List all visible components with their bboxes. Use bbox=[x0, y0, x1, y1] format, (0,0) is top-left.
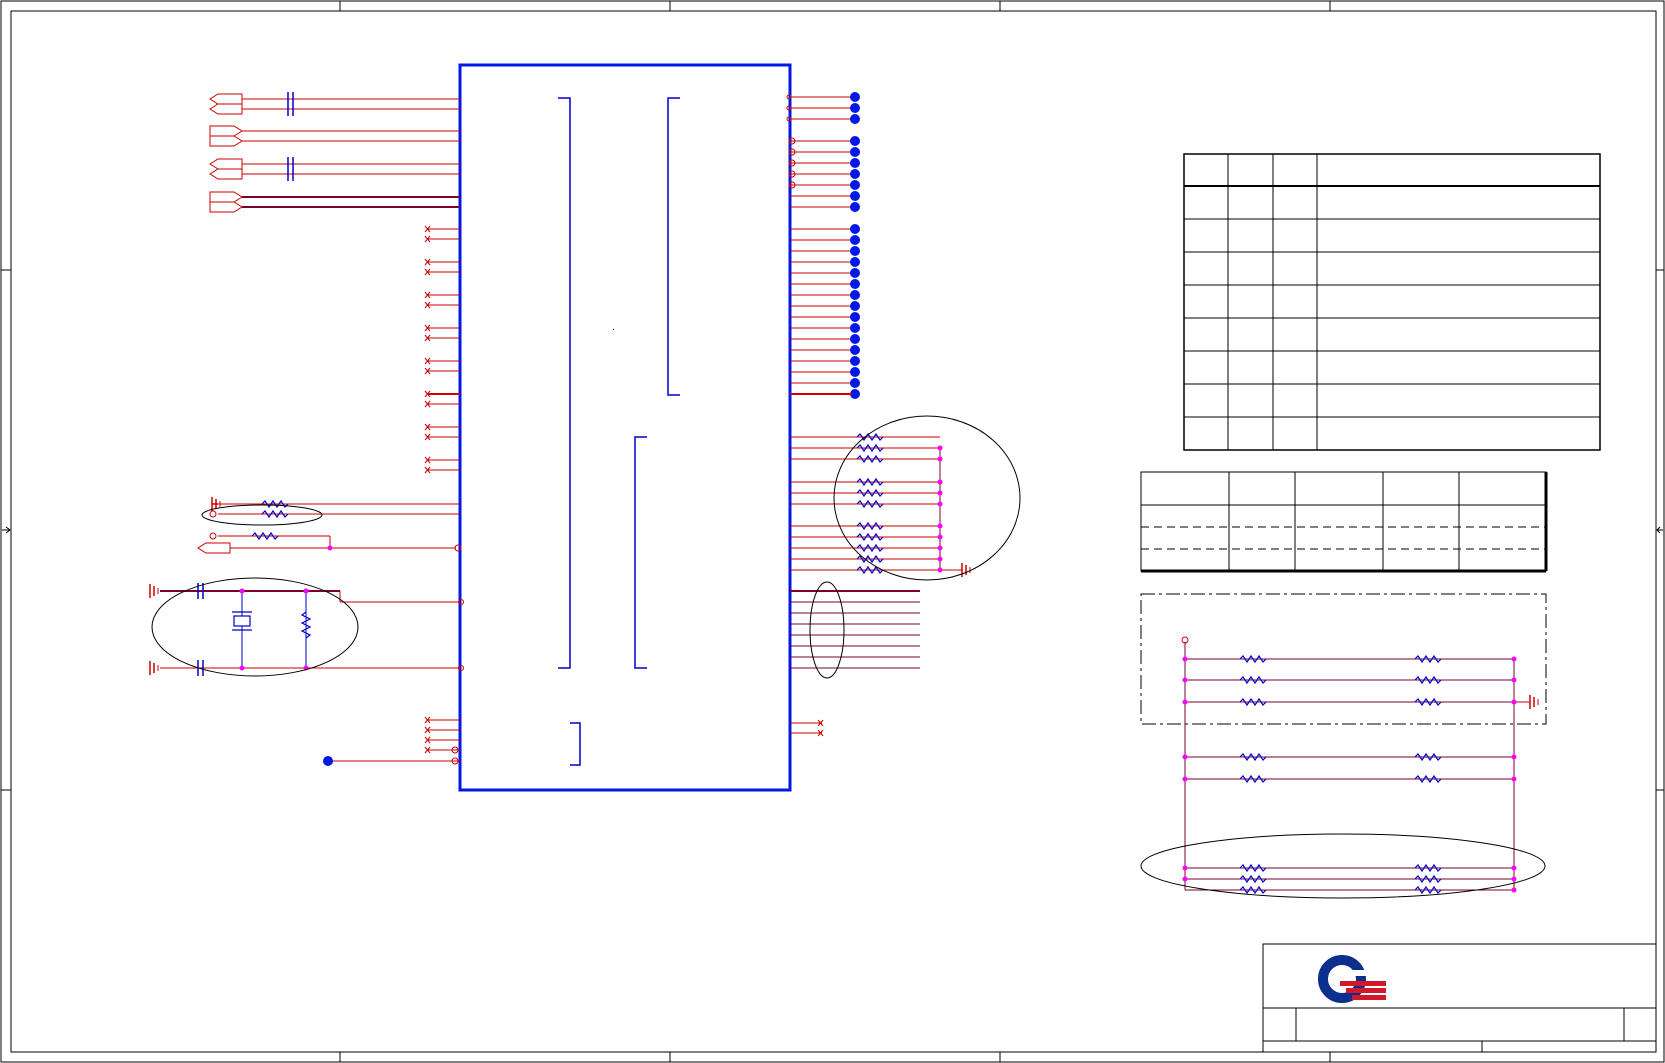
config-table bbox=[1140, 471, 1548, 573]
off-page-connector bbox=[209, 103, 243, 115]
resistor-table bbox=[1183, 153, 1601, 451]
title-block bbox=[1262, 943, 1657, 1053]
off-page-connector bbox=[209, 158, 243, 170]
right-resistor-network bbox=[790, 415, 1021, 581]
sheet-border bbox=[0, 0, 1665, 1063]
off-page-connector bbox=[209, 191, 243, 203]
quanta-logo bbox=[1318, 955, 1386, 1003]
main-ic-internal-brackets bbox=[558, 97, 680, 766]
off-page-connector bbox=[209, 135, 243, 147]
test-point bbox=[323, 756, 333, 766]
left-connectors bbox=[209, 93, 460, 213]
main-ic-body bbox=[458, 63, 792, 792]
main-ic: . bbox=[458, 63, 792, 792]
coupling-capacitors bbox=[287, 92, 294, 181]
off-page-connector bbox=[197, 542, 231, 554]
left-nc-pins bbox=[424, 225, 460, 474]
ground-symbol bbox=[1529, 695, 1539, 709]
right-test-points bbox=[786, 92, 860, 399]
load-capacitors bbox=[197, 583, 204, 676]
crystal-circuit bbox=[149, 577, 464, 677]
off-page-connector bbox=[209, 168, 243, 180]
annotation-ellipse bbox=[151, 577, 359, 677]
left-strap-circuit bbox=[197, 497, 462, 554]
annotation-ellipse bbox=[833, 415, 1021, 581]
ground-symbol bbox=[961, 563, 971, 577]
off-page-connector bbox=[209, 201, 243, 213]
ground-symbol bbox=[149, 584, 159, 675]
left-bottom-pins bbox=[323, 716, 460, 766]
pull-resistor-block bbox=[1140, 593, 1547, 899]
schematic-sheet: . bbox=[0, 0, 1665, 1063]
junction-dot bbox=[327, 545, 333, 551]
off-page-connector bbox=[209, 93, 243, 105]
annotation-ellipse bbox=[201, 504, 323, 526]
annotation-ellipse bbox=[809, 581, 845, 679]
annotation-ellipse bbox=[1140, 833, 1546, 899]
resistor bbox=[251, 499, 289, 541]
right-bus-lines bbox=[790, 581, 920, 679]
off-page-connector bbox=[209, 125, 243, 137]
right-nc-pins bbox=[790, 719, 824, 737]
main-ic-center-mark: . bbox=[612, 322, 615, 333]
